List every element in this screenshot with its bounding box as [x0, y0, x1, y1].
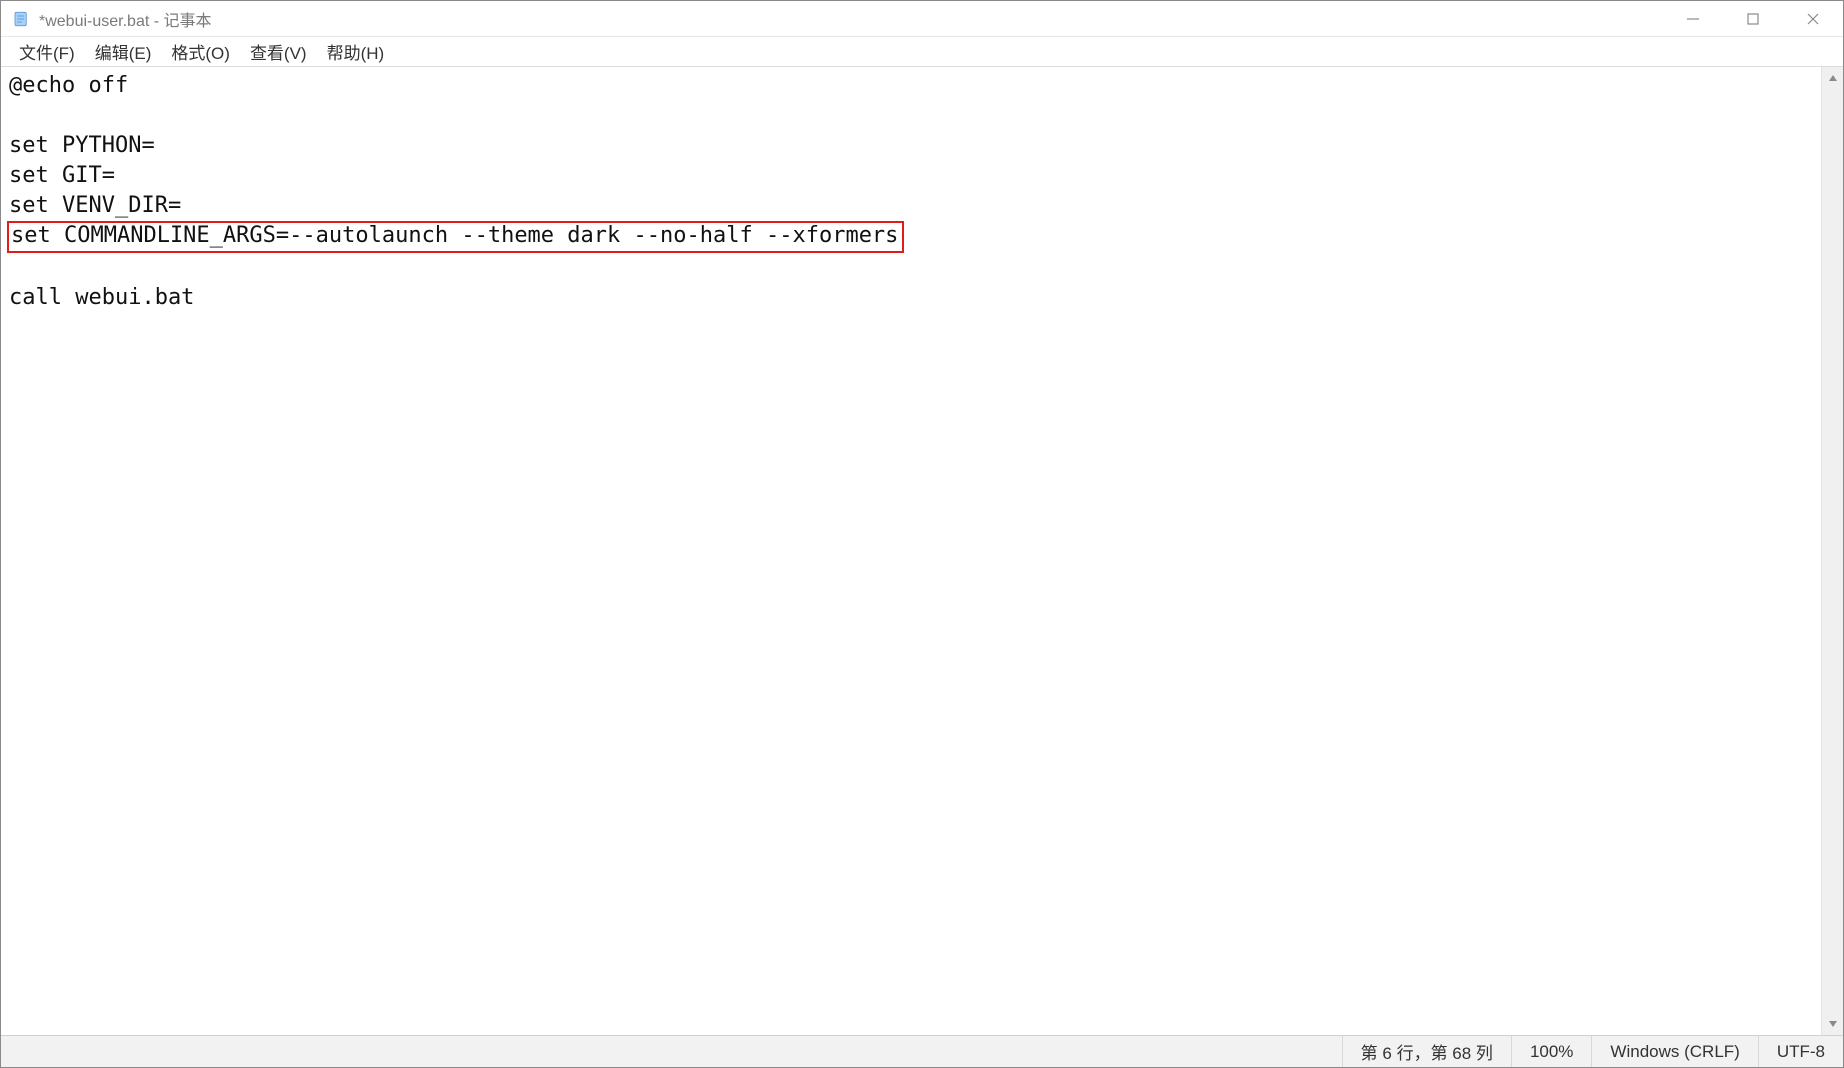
editor-line: call webui.bat — [9, 283, 1815, 313]
scroll-up-icon[interactable] — [1822, 67, 1843, 89]
editor-line: set COMMANDLINE_ARGS=--autolaunch --them… — [9, 221, 1815, 253]
editor-line: @echo off — [9, 71, 1815, 101]
close-button[interactable] — [1783, 1, 1843, 36]
minimize-button[interactable] — [1663, 1, 1723, 36]
editor-wrap: @echo off set PYTHON=set GIT=set VENV_DI… — [1, 67, 1843, 1035]
editor-line: set GIT= — [9, 161, 1815, 191]
notepad-window: *webui-user.bat - 记事本 文件(F) 编辑(E) 格式(O) … — [0, 0, 1844, 1068]
menubar: 文件(F) 编辑(E) 格式(O) 查看(V) 帮助(H) — [1, 37, 1843, 67]
menu-file[interactable]: 文件(F) — [9, 37, 85, 66]
status-line-ending: Windows (CRLF) — [1591, 1036, 1757, 1067]
menu-edit[interactable]: 编辑(E) — [85, 37, 162, 66]
editor-line — [9, 253, 1815, 283]
window-title: *webui-user.bat - 记事本 — [39, 7, 212, 31]
status-encoding: UTF-8 — [1758, 1036, 1843, 1067]
window-controls — [1663, 1, 1843, 36]
titlebar: *webui-user.bat - 记事本 — [1, 1, 1843, 37]
highlighted-line: set COMMANDLINE_ARGS=--autolaunch --them… — [7, 221, 904, 253]
notepad-icon — [11, 9, 31, 29]
scroll-down-icon[interactable] — [1822, 1013, 1843, 1035]
text-editor[interactable]: @echo off set PYTHON=set GIT=set VENV_DI… — [1, 67, 1821, 1035]
menu-format[interactable]: 格式(O) — [161, 37, 240, 66]
editor-line: set PYTHON= — [9, 131, 1815, 161]
status-position: 第 6 行，第 68 列 — [1342, 1036, 1511, 1067]
editor-line — [9, 101, 1815, 131]
maximize-button[interactable] — [1723, 1, 1783, 36]
menu-help[interactable]: 帮助(H) — [317, 37, 395, 66]
menu-view[interactable]: 查看(V) — [240, 37, 317, 66]
status-zoom: 100% — [1511, 1036, 1591, 1067]
editor-line: set VENV_DIR= — [9, 191, 1815, 221]
statusbar: 第 6 行，第 68 列 100% Windows (CRLF) UTF-8 — [1, 1035, 1843, 1067]
vertical-scrollbar[interactable] — [1821, 67, 1843, 1035]
